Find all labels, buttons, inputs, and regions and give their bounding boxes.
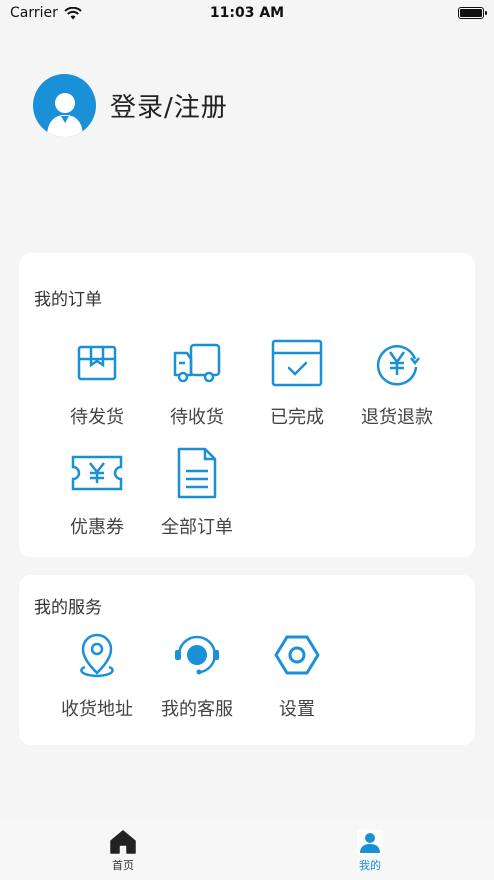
check-box-icon [271,339,323,387]
coupon-icon [71,455,123,491]
settings[interactable]: 设置 [247,629,347,721]
order-pending-receipt[interactable]: 待收货 [147,337,247,429]
orders-card: 我的订单 待发货 待收货 已完成 退货退款 优惠券 全部订单 [19,253,475,557]
order-refund[interactable]: 退货退款 [347,337,447,429]
profile-header[interactable]: 登录/注册 [33,74,228,137]
services-title: 我的服务 [34,598,102,618]
home-icon [110,830,136,854]
tab-mine[interactable]: 我的 [330,830,410,873]
user-icon [357,830,383,854]
battery-icon [458,7,487,19]
order-completed[interactable]: 已完成 [247,337,347,429]
order-pending-shipment[interactable]: 待发货 [47,337,147,429]
customer-service[interactable]: 我的客服 [147,629,247,721]
shipping-address-label: 收货地址 [61,699,133,720]
order-pending-receipt-label: 待收货 [170,407,224,428]
yen-refund-icon [376,345,420,386]
all-orders-label: 全部订单 [161,517,233,538]
all-orders[interactable]: 全部订单 [147,447,247,539]
services-card: 我的服务 收货地址 我的客服 设置 [19,575,475,745]
coupons-label: 优惠券 [70,517,124,538]
carrier-label: Carrier [10,5,58,21]
user-silhouette-icon [46,93,83,137]
order-refund-label: 退货退款 [361,407,433,428]
document-icon [177,447,217,499]
truck-icon [173,343,221,383]
shipping-address[interactable]: 收货地址 [47,629,147,721]
package-icon [77,345,117,381]
tab-home-label: 首页 [112,859,134,872]
orders-title: 我的订单 [34,290,102,310]
status-left: Carrier [10,5,82,21]
customer-service-label: 我的客服 [161,699,233,720]
wifi-icon [64,6,82,19]
tab-bar: 首页 我的 [0,820,494,880]
headset-icon [175,635,219,675]
order-pending-shipment-label: 待发货 [70,407,124,428]
login-register-link[interactable]: 登录/注册 [110,87,228,124]
status-bar: Carrier 11:03 AM [0,0,494,26]
hex-settings-icon [274,635,320,675]
location-pin-icon [80,633,114,678]
tab-home[interactable]: 首页 [83,830,163,873]
avatar[interactable] [33,74,96,137]
tab-mine-label: 我的 [359,859,381,872]
order-completed-label: 已完成 [270,407,324,428]
coupons[interactable]: 优惠券 [47,447,147,539]
settings-label: 设置 [279,699,315,720]
